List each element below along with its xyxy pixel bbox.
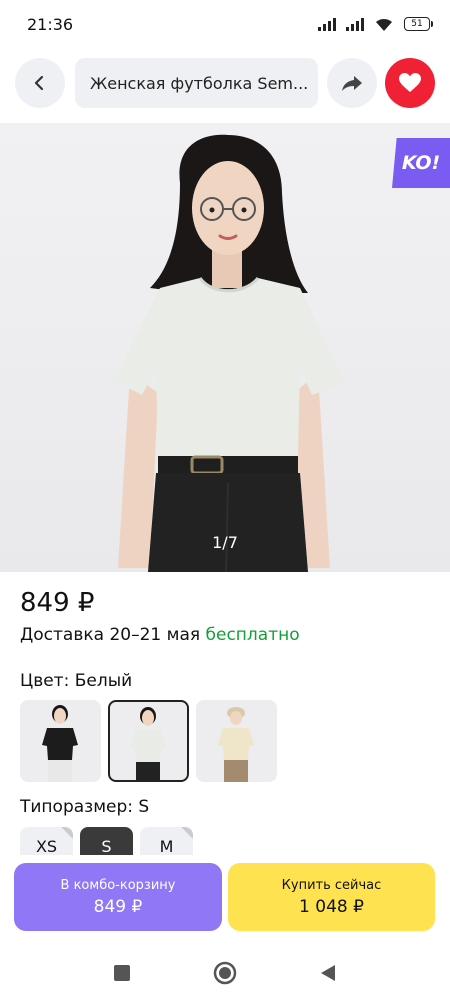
color-option-white[interactable] [108, 700, 189, 782]
back-icon [34, 75, 44, 91]
search-input[interactable]: Женская футболка Sem... [75, 58, 318, 108]
product-image[interactable]: KO! 1/7 [0, 123, 450, 572]
back-button[interactable] [15, 58, 65, 108]
wifi-icon [376, 18, 392, 31]
size-label: Типоразмер: S [20, 797, 150, 817]
signal-icon [318, 17, 336, 31]
favorite-button[interactable] [385, 58, 435, 108]
battery-icon: 51 [404, 17, 433, 31]
share-icon [342, 76, 362, 91]
top-nav: Женская футболка Sem... [0, 56, 450, 110]
battery-level: 51 [411, 19, 423, 29]
color-option-beige[interactable] [196, 700, 277, 782]
size-option-label: S [101, 836, 112, 856]
delivery-dates: Доставка 20–21 мая [20, 625, 201, 645]
color-option-black[interactable] [20, 700, 101, 782]
model-photo [114, 134, 345, 572]
ko-badge: KO! [392, 138, 450, 188]
size-option-label: M [159, 836, 174, 856]
chip-corner [181, 827, 193, 839]
status-bar: 21:36 51 [0, 0, 450, 48]
buy-now-button[interactable]: Купить сейчас 1 048 ₽ [228, 863, 435, 931]
color-options [20, 700, 277, 782]
chip-corner [61, 827, 73, 839]
heart-icon [399, 73, 421, 92]
color-thumbnail-beige [218, 707, 254, 782]
system-nav [0, 945, 450, 1000]
buy-price: 1 048 ₽ [299, 896, 364, 917]
color-thumbnail-black [42, 705, 78, 782]
home-icon[interactable] [213, 961, 237, 985]
delivery-free: бесплатно [205, 625, 300, 645]
share-button[interactable] [327, 58, 377, 108]
color-label: Цвет: Белый [20, 671, 133, 691]
signal-icon-2 [346, 17, 364, 31]
buy-label: Купить сейчас [281, 877, 382, 893]
search-query: Женская футболка Sem... [90, 73, 309, 93]
add-to-combo-button[interactable]: В комбо-корзину 849 ₽ [14, 863, 222, 931]
back-nav-icon[interactable] [319, 964, 337, 982]
action-bar: В комбо-корзину 849 ₽ Купить сейчас 1 04… [0, 855, 450, 940]
delivery-info: Доставка 20–21 мая бесплатно [20, 625, 300, 645]
recents-icon[interactable] [113, 964, 131, 982]
image-counter: 1/7 [212, 533, 238, 552]
size-option-label: XS [35, 836, 58, 856]
combo-label: В комбо-корзину [60, 877, 176, 893]
status-icons: 51 [318, 17, 433, 32]
product-price: 849 ₽ [20, 588, 95, 618]
color-thumbnail-white [130, 707, 166, 780]
status-time: 21:36 [27, 14, 74, 34]
combo-price: 849 ₽ [93, 896, 143, 917]
